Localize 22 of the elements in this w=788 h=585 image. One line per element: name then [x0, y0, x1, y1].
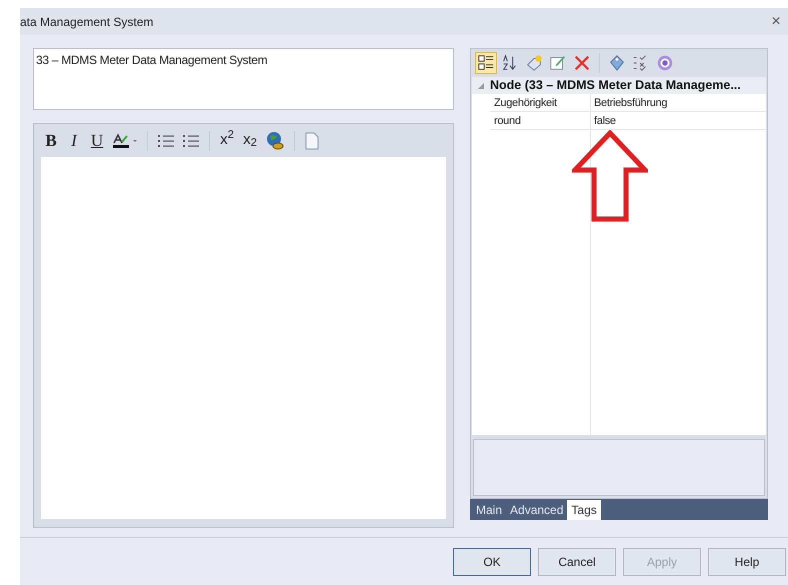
dialog-button[interactable]: Cancel: [538, 548, 616, 576]
categorized-tool-button[interactable]: [475, 52, 497, 74]
script-button[interactable]: x$^{2}$: [217, 130, 237, 152]
dialog-button[interactable]: OK: [453, 548, 531, 576]
property-name: Zugehörigkeit: [490, 94, 591, 111]
italic-button[interactable]: I: [64, 130, 84, 152]
name-field[interactable]: 33 – MDMS Meter Data Management System: [33, 48, 454, 110]
tab[interactable]: Main: [472, 500, 506, 520]
property-value[interactable]: false: [591, 112, 616, 129]
script-button[interactable]: x$_{2}$: [240, 130, 260, 152]
group-title: Node (33 – MDMS Meter Data Manageme...: [490, 77, 741, 94]
property-value[interactable]: Betriebsführung: [591, 94, 668, 111]
underline-button[interactable]: U: [87, 130, 107, 152]
tab[interactable]: Advanced: [506, 500, 568, 520]
text-color-icon: [112, 132, 138, 148]
property-group-header[interactable]: Node (33 – MDMS Meter Data Manageme...: [472, 77, 766, 94]
property-name: round: [490, 112, 591, 129]
tab[interactable]: Tags: [567, 500, 601, 520]
close-button[interactable]: ×: [766, 10, 786, 34]
window-title: ata Management System: [20, 14, 154, 30]
dialog-button[interactable]: Help: [708, 548, 786, 576]
bold-button[interactable]: B: [41, 130, 61, 152]
